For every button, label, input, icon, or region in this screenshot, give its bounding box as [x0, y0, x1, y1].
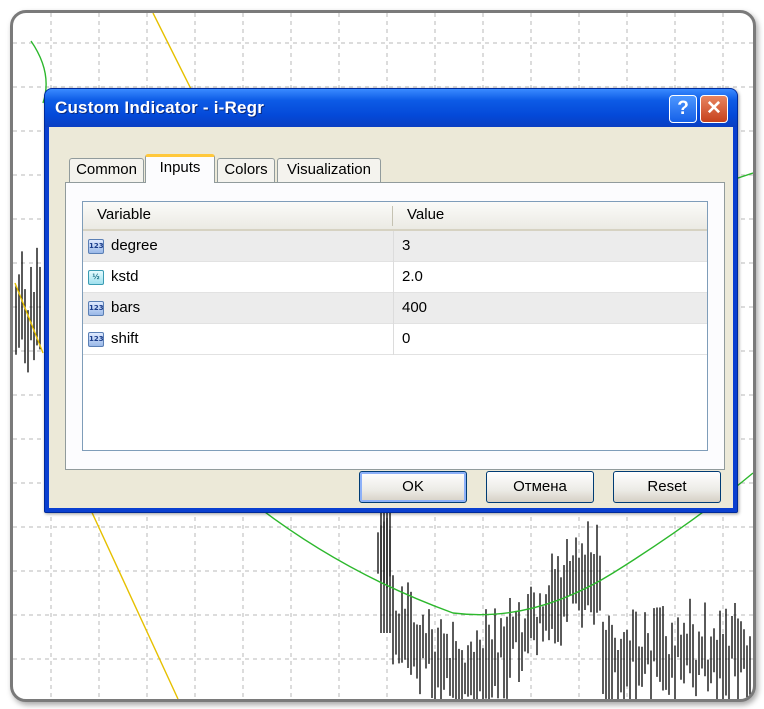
variable-value[interactable]: 400	[402, 299, 427, 316]
cell-divider	[393, 231, 394, 262]
cell-divider	[393, 293, 394, 324]
column-header-variable[interactable]: Variable	[97, 206, 151, 223]
dialog-title-bar[interactable]: Custom Indicator - i-Regr ? ✕	[45, 89, 737, 127]
cell-divider	[393, 262, 394, 293]
variable-value[interactable]: 2.0	[402, 268, 423, 285]
int-type-icon: 123	[88, 301, 104, 316]
variable-value[interactable]: 3	[402, 237, 410, 254]
tab-inputs[interactable]: Inputs	[145, 154, 215, 183]
variable-name: degree	[111, 237, 158, 254]
variable-name: kstd	[111, 268, 139, 285]
ok-button[interactable]: OK	[359, 471, 467, 503]
column-divider[interactable]	[392, 206, 393, 226]
chart-window[interactable]: Custom Indicator - i-Regr ? ✕ Common Inp…	[10, 10, 756, 702]
int-type-icon: 123	[88, 239, 104, 254]
inputs-panel: Variable Value 123 degree 3 ½ kstd 2.0 1…	[65, 182, 725, 470]
variable-name: shift	[111, 330, 139, 347]
table-row[interactable]: ½ kstd 2.0	[83, 262, 707, 293]
double-type-icon: ½	[88, 270, 104, 285]
variable-name: bars	[111, 299, 141, 316]
table-row[interactable]: 123 degree 3	[83, 231, 707, 262]
cell-divider	[393, 324, 394, 355]
tab-colors[interactable]: Colors	[217, 158, 275, 182]
inputs-table: Variable Value 123 degree 3 ½ kstd 2.0 1…	[82, 201, 708, 451]
reset-button[interactable]: Reset	[613, 471, 721, 503]
table-header: Variable Value	[83, 202, 707, 231]
variable-value[interactable]: 0	[402, 330, 410, 347]
tab-common-label: Common	[76, 161, 137, 178]
tab-visualization-label: Visualization	[287, 161, 371, 178]
custom-indicator-dialog: Custom Indicator - i-Regr ? ✕ Common Inp…	[44, 88, 738, 513]
channel-line-lower	[82, 492, 179, 699]
int-type-icon: 123	[88, 332, 104, 347]
help-button[interactable]: ?	[669, 95, 697, 123]
table-row[interactable]: 123 shift 0	[83, 324, 707, 355]
dialog-body: Common Inputs Colors Visualization Varia…	[49, 127, 733, 508]
tab-common[interactable]: Common	[69, 158, 144, 182]
close-icon: ✕	[706, 98, 722, 119]
tab-visualization[interactable]: Visualization	[277, 158, 381, 182]
cancel-button[interactable]: Отмена	[486, 471, 594, 503]
tab-colors-label: Colors	[224, 161, 268, 178]
help-icon: ?	[677, 98, 689, 119]
column-header-value[interactable]: Value	[407, 206, 444, 223]
close-button[interactable]: ✕	[700, 95, 728, 123]
table-row[interactable]: 123 bars 400	[83, 293, 707, 324]
dialog-title: Custom Indicator - i-Regr	[55, 98, 265, 117]
tab-inputs-label: Inputs	[159, 159, 201, 176]
